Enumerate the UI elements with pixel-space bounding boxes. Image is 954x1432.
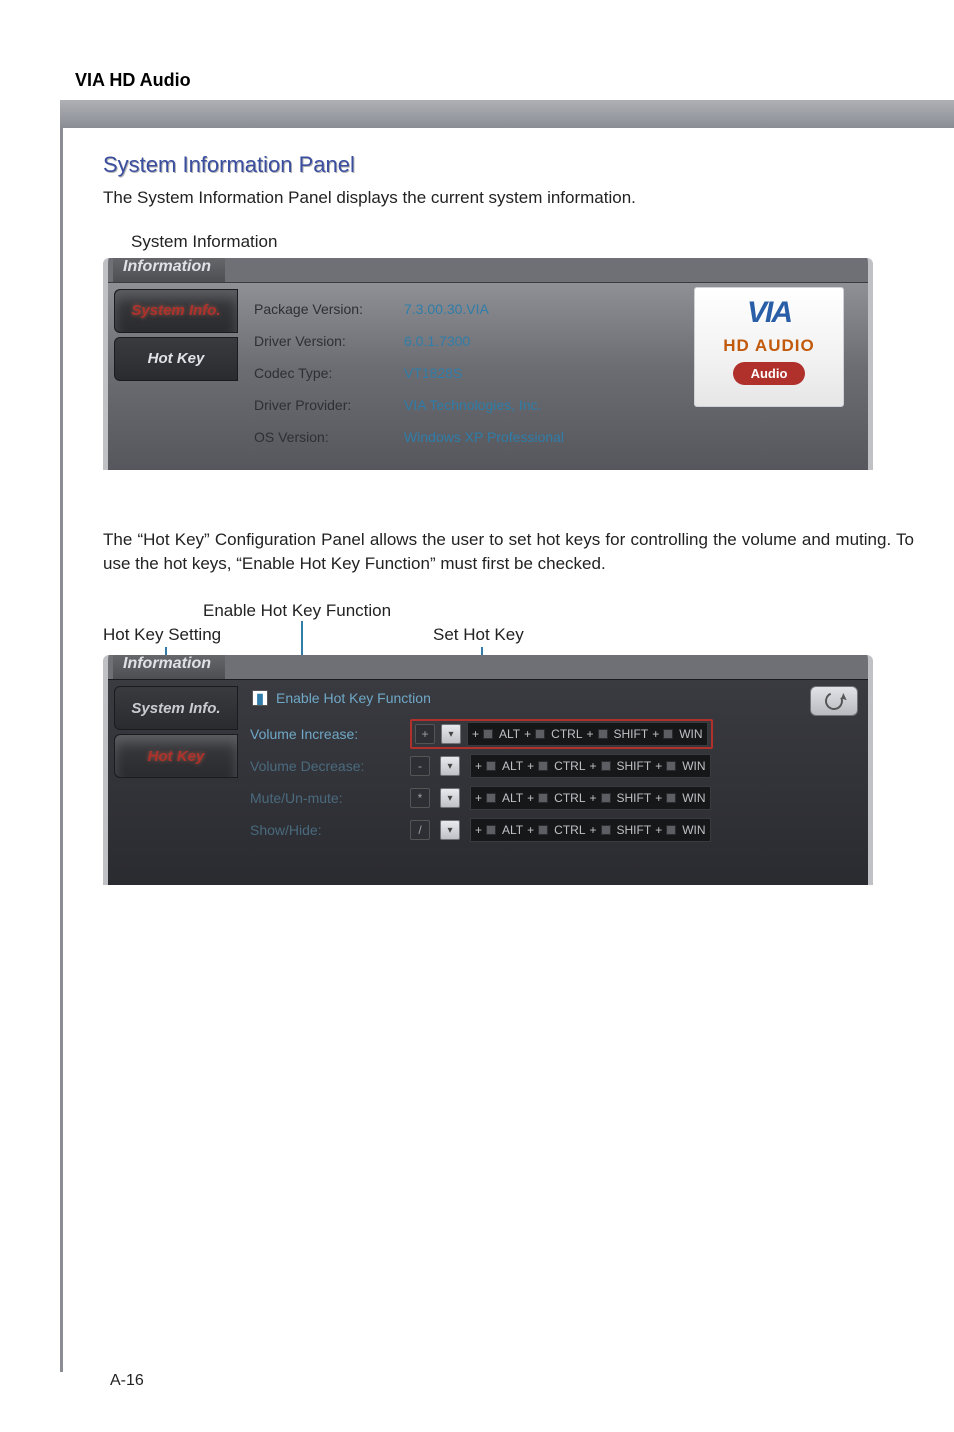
value: VIA Technologies, Inc.: [404, 397, 542, 413]
hk-modifiers[interactable]: +ALT +CTRL +SHIFT +WIN: [470, 786, 711, 810]
side-tabs: System Info. Hot Key: [108, 680, 238, 885]
hk-combo-highlight: + ▾ +ALT +CTRL +SHIFT +WIN: [410, 719, 713, 749]
hk-key-field[interactable]: *: [410, 788, 430, 808]
section-description: The System Information Panel displays th…: [103, 186, 914, 210]
label: Driver Provider:: [254, 397, 404, 413]
refresh-button[interactable]: [810, 686, 858, 716]
via-logo-text: VIA: [747, 296, 791, 330]
page-header: VIA HD Audio: [75, 70, 191, 91]
row-volume-increase: Volume Increase: + ▾ +ALT +CTRL +SHIFT +…: [250, 718, 856, 750]
sysinfo-panel-body: System Info. Hot Key Package Version: 7.…: [108, 282, 868, 470]
sidebar-item-system-info[interactable]: System Info.: [114, 686, 238, 730]
value: 6.0.1.7300: [404, 333, 470, 349]
sidebar-item-hot-key[interactable]: Hot Key: [114, 337, 238, 381]
annotation-row: Enable Hot Key Function Hot Key Setting …: [103, 601, 914, 655]
row-volume-decrease: Volume Decrease: - ▾ +ALT +CTRL +SHIFT +…: [250, 750, 856, 782]
hk-key-field[interactable]: +: [415, 724, 435, 744]
page-number: A-16: [110, 1372, 144, 1390]
via-logo-box: VIA HD AUDIO Audio: [694, 287, 844, 407]
section-title: System Information Panel: [103, 152, 914, 178]
sysinfo-panel: Information System Info. Hot Key Package…: [103, 258, 873, 470]
value: VT1828S: [404, 365, 462, 381]
hk-key-dropdown[interactable]: ▾: [440, 820, 460, 840]
sidebar-item-hot-key[interactable]: Hot Key: [114, 734, 238, 778]
enable-hotkey-checkbox[interactable]: ▮: [252, 690, 268, 706]
label: Driver Version:: [254, 333, 404, 349]
hk-label: Mute/Un-mute:: [250, 790, 400, 806]
annot-enable: Enable Hot Key Function: [203, 601, 391, 621]
value: 7.3.00.30.VIA: [404, 301, 489, 317]
hk-key-dropdown[interactable]: ▾: [441, 724, 461, 744]
enable-hotkey-label: Enable Hot Key Function: [276, 690, 431, 706]
hk-key-field[interactable]: -: [410, 756, 430, 776]
value: Windows XP Professional: [404, 429, 564, 445]
label: Package Version:: [254, 301, 404, 317]
audio-pill: Audio: [733, 362, 806, 385]
header-divider: [60, 100, 954, 128]
hk-label: Volume Decrease:: [250, 758, 400, 774]
figure-caption-sysinfo: System Information: [131, 232, 914, 252]
enable-hotkey-row[interactable]: ▮ Enable Hot Key Function: [252, 690, 856, 706]
sysinfo-grid: Package Version: 7.3.00.30.VIA Driver Ve…: [238, 283, 868, 470]
label: OS Version:: [254, 429, 404, 445]
content-area: System Information Panel The System Info…: [60, 128, 954, 1372]
hotkey-description: The “Hot Key” Configuration Panel allows…: [103, 528, 914, 577]
side-tabs: System Info. Hot Key: [108, 283, 238, 470]
panel-tab-information[interactable]: Information: [113, 258, 225, 282]
refresh-icon: [822, 690, 845, 713]
panel-tab-information[interactable]: Information: [113, 655, 225, 679]
annot-set-hotkey: Set Hot Key: [433, 625, 524, 645]
hk-key-field[interactable]: /: [410, 820, 430, 840]
sidebar-item-system-info[interactable]: System Info.: [114, 289, 238, 333]
hk-key-dropdown[interactable]: ▾: [440, 756, 460, 776]
annot-hotkey-setting: Hot Key Setting: [103, 625, 221, 645]
document-page: VIA HD Audio System Information Panel Th…: [0, 0, 954, 1432]
hk-modifiers[interactable]: +ALT +CTRL +SHIFT +WIN: [470, 754, 711, 778]
label: Codec Type:: [254, 365, 404, 381]
row-mute-unmute: Mute/Un-mute: * ▾ +ALT +CTRL +SHIFT +WIN: [250, 782, 856, 814]
row-show-hide: Show/Hide: / ▾ +ALT +CTRL +SHIFT +WIN: [250, 814, 856, 846]
hotkey-content: ▮ Enable Hot Key Function Volume Increas…: [238, 680, 868, 885]
hk-key-dropdown[interactable]: ▾: [440, 788, 460, 808]
row-os-version: OS Version: Windows XP Professional: [254, 421, 858, 453]
hk-modifiers[interactable]: +ALT +CTRL +SHIFT +WIN: [467, 722, 708, 746]
hotkey-panel-body: System Info. Hot Key ▮ Enable Hot Key Fu…: [108, 679, 868, 885]
hotkey-panel: Information System Info. Hot Key ▮ Enabl…: [103, 655, 873, 885]
hd-audio-text: HD AUDIO: [723, 336, 814, 356]
hk-modifiers[interactable]: +ALT +CTRL +SHIFT +WIN: [470, 818, 711, 842]
hk-label: Volume Increase:: [250, 726, 400, 742]
hk-label: Show/Hide:: [250, 822, 400, 838]
